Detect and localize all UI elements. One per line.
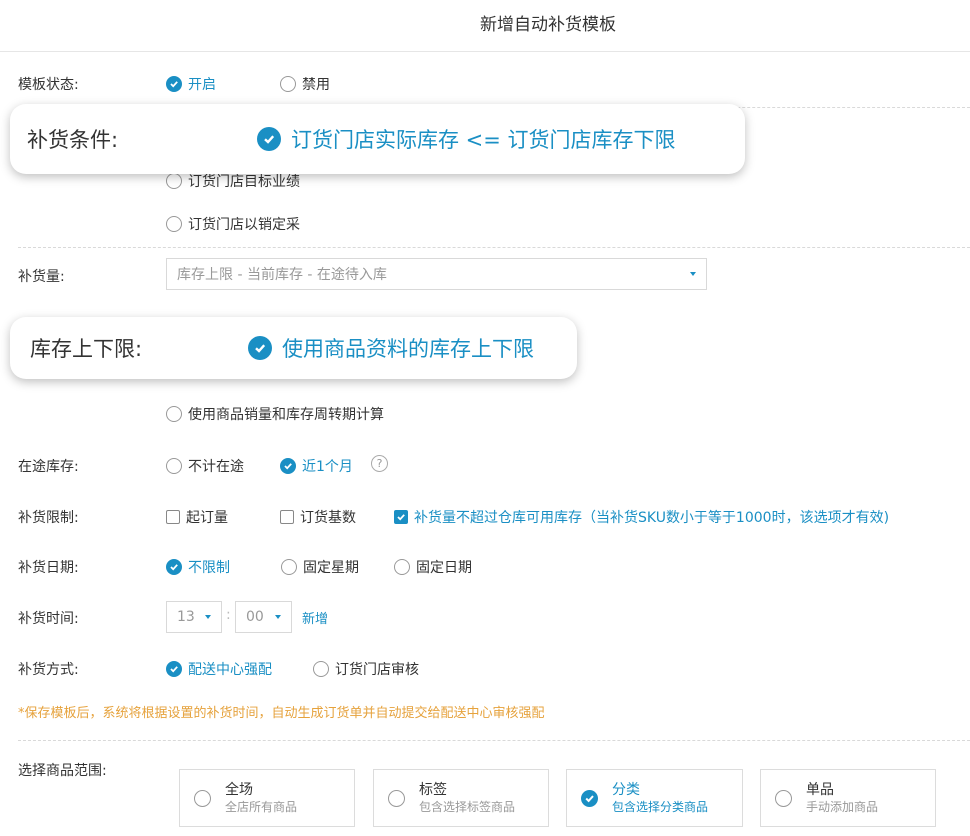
check-circle-icon — [257, 127, 281, 151]
radio-empty-icon — [281, 559, 297, 575]
stock-limit-callout-text: 使用商品资料的库存上下限 — [282, 337, 534, 361]
check-icon — [166, 559, 182, 575]
scope-category-sub: 包含选择分类商品 — [612, 800, 709, 814]
radio-empty-icon — [280, 76, 296, 92]
stock-limit-callout: 库存上下限: 使用商品资料的库存上下限 — [10, 317, 577, 379]
check-icon — [581, 789, 598, 807]
date-weekday-radio[interactable]: 固定星期 — [281, 557, 359, 577]
checkbox-checked-icon — [394, 510, 408, 524]
scope-category-title: 分类 — [612, 782, 640, 798]
radio-empty-icon — [166, 173, 182, 189]
hour-value: 13 — [177, 609, 195, 625]
scope-tag-sub: 包含选择标签商品 — [419, 800, 516, 814]
status-open-radio[interactable]: 开启 — [166, 74, 216, 94]
header-divider — [0, 51, 970, 52]
add-time-link[interactable]: 新增 — [302, 608, 328, 627]
method-review-radio[interactable]: 订货门店审核 — [313, 659, 419, 679]
scope-single-sub: 手动添加商品 — [806, 800, 879, 814]
status-disabled-radio[interactable]: 禁用 — [280, 74, 330, 94]
condition-callout-text: 订货门店实际库存 <= 订货门店库存下限 — [291, 128, 676, 152]
stock-limit-callout-value: 使用商品资料的库存上下限 — [248, 333, 534, 363]
check-icon — [166, 661, 182, 677]
condition-sales-radio[interactable]: 订货门店以销定采 — [166, 214, 300, 234]
check-icon — [280, 458, 296, 474]
condition-callout: 补货条件: 订货门店实际库存 <= 订货门店库存下限 — [10, 104, 745, 174]
warehouse-limit-label: 补货量不超过仓库可用库存（当补货SKU数小于等于1000时，该选项才有效) — [414, 510, 890, 526]
replenish-date-label: 补货日期: — [18, 560, 79, 576]
date-fixed-label: 固定日期 — [416, 560, 472, 576]
date-fixed-radio[interactable]: 固定日期 — [394, 557, 472, 577]
help-icon[interactable]: ? — [371, 455, 388, 472]
page-title: 新增自动补货模板 — [480, 15, 616, 35]
radio-empty-icon — [166, 406, 182, 422]
date-weekday-label: 固定星期 — [303, 560, 359, 576]
status-open-label: 开启 — [188, 77, 216, 93]
radio-empty-icon — [775, 789, 792, 807]
date-unlimited-label: 不限制 — [188, 560, 230, 576]
replenish-method-label: 补货方式: — [18, 662, 79, 678]
condition-callout-label: 补货条件: — [27, 128, 119, 152]
stock-turnover-label: 使用商品销量和库存周转期计算 — [188, 407, 384, 423]
radio-empty-icon — [166, 458, 182, 474]
checkbox-empty-icon — [280, 510, 294, 524]
replenish-time-label: 补货时间: — [18, 611, 79, 627]
stock-turnover-radio[interactable]: 使用商品销量和库存周转期计算 — [166, 404, 384, 424]
stock-limit-callout-label: 库存上下限: — [30, 337, 143, 361]
radio-empty-icon — [394, 559, 410, 575]
minute-value: 00 — [246, 609, 264, 625]
scope-category-card[interactable]: 分类 包含选择分类商品 — [566, 769, 743, 827]
caret-down-icon — [690, 272, 696, 276]
caret-down-icon — [275, 615, 281, 619]
radio-empty-icon — [194, 789, 211, 807]
in-transit-label: 在途库存: — [18, 459, 79, 475]
order-base-checkbox[interactable]: 订货基数 — [280, 507, 356, 527]
in-transit-month-radio[interactable]: 近1个月 — [280, 456, 353, 476]
save-note: *保存模板后，系统将根据设置的补货时间，自动生成订货单并自动提交给配送中心审核强… — [18, 706, 545, 721]
replenish-qty-value: 库存上限 - 当前库存 - 在途待入库 — [177, 267, 387, 283]
radio-empty-icon — [388, 789, 405, 807]
caret-down-icon — [205, 615, 211, 619]
condition-sales-label: 订货门店以销定采 — [188, 217, 300, 233]
order-base-label: 订货基数 — [300, 510, 356, 526]
method-forced-radio[interactable]: 配送中心强配 — [166, 659, 272, 679]
date-unlimited-radio[interactable]: 不限制 — [166, 557, 230, 577]
template-status-label: 模板状态: — [18, 77, 79, 93]
moq-checkbox[interactable]: 起订量 — [166, 507, 228, 527]
method-review-label: 订货门店审核 — [335, 662, 419, 678]
in-transit-month-label: 近1个月 — [302, 459, 353, 475]
time-separator: : — [226, 607, 231, 623]
method-forced-label: 配送中心强配 — [188, 662, 272, 678]
in-transit-none-radio[interactable]: 不计在途 — [166, 456, 244, 476]
scope-all-title: 全场 — [225, 782, 253, 798]
scope-tag-card[interactable]: 标签 包含选择标签商品 — [373, 769, 549, 827]
minute-select[interactable]: 00 — [235, 601, 292, 633]
replenish-qty-label: 补货量: — [18, 269, 65, 285]
check-icon — [166, 76, 182, 92]
moq-label: 起订量 — [186, 510, 228, 526]
checkbox-empty-icon — [166, 510, 180, 524]
condition-callout-value: 订货门店实际库存 <= 订货门店库存下限 — [257, 124, 676, 154]
product-scope-label: 选择商品范围: — [18, 763, 107, 779]
scope-tag-title: 标签 — [419, 782, 447, 798]
replenish-limit-label: 补货限制: — [18, 510, 79, 526]
check-circle-icon — [248, 336, 272, 360]
scope-all-sub: 全店所有商品 — [225, 800, 298, 814]
scope-all-card[interactable]: 全场 全店所有商品 — [179, 769, 355, 827]
status-disabled-label: 禁用 — [302, 77, 330, 93]
scope-single-title: 单品 — [806, 782, 834, 798]
condition-target-radio[interactable]: 订货门店目标业绩 — [166, 171, 300, 191]
divider — [18, 740, 970, 741]
condition-target-label: 订货门店目标业绩 — [188, 174, 300, 190]
in-transit-none-label: 不计在途 — [188, 459, 244, 475]
divider — [18, 247, 970, 248]
replenish-qty-select[interactable]: 库存上限 - 当前库存 - 在途待入库 — [166, 258, 707, 290]
hour-select[interactable]: 13 — [166, 601, 222, 633]
scope-single-card[interactable]: 单品 手动添加商品 — [760, 769, 936, 827]
warehouse-limit-checkbox[interactable]: 补货量不超过仓库可用库存（当补货SKU数小于等于1000时，该选项才有效) — [394, 507, 889, 527]
radio-empty-icon — [313, 661, 329, 677]
radio-empty-icon — [166, 216, 182, 232]
